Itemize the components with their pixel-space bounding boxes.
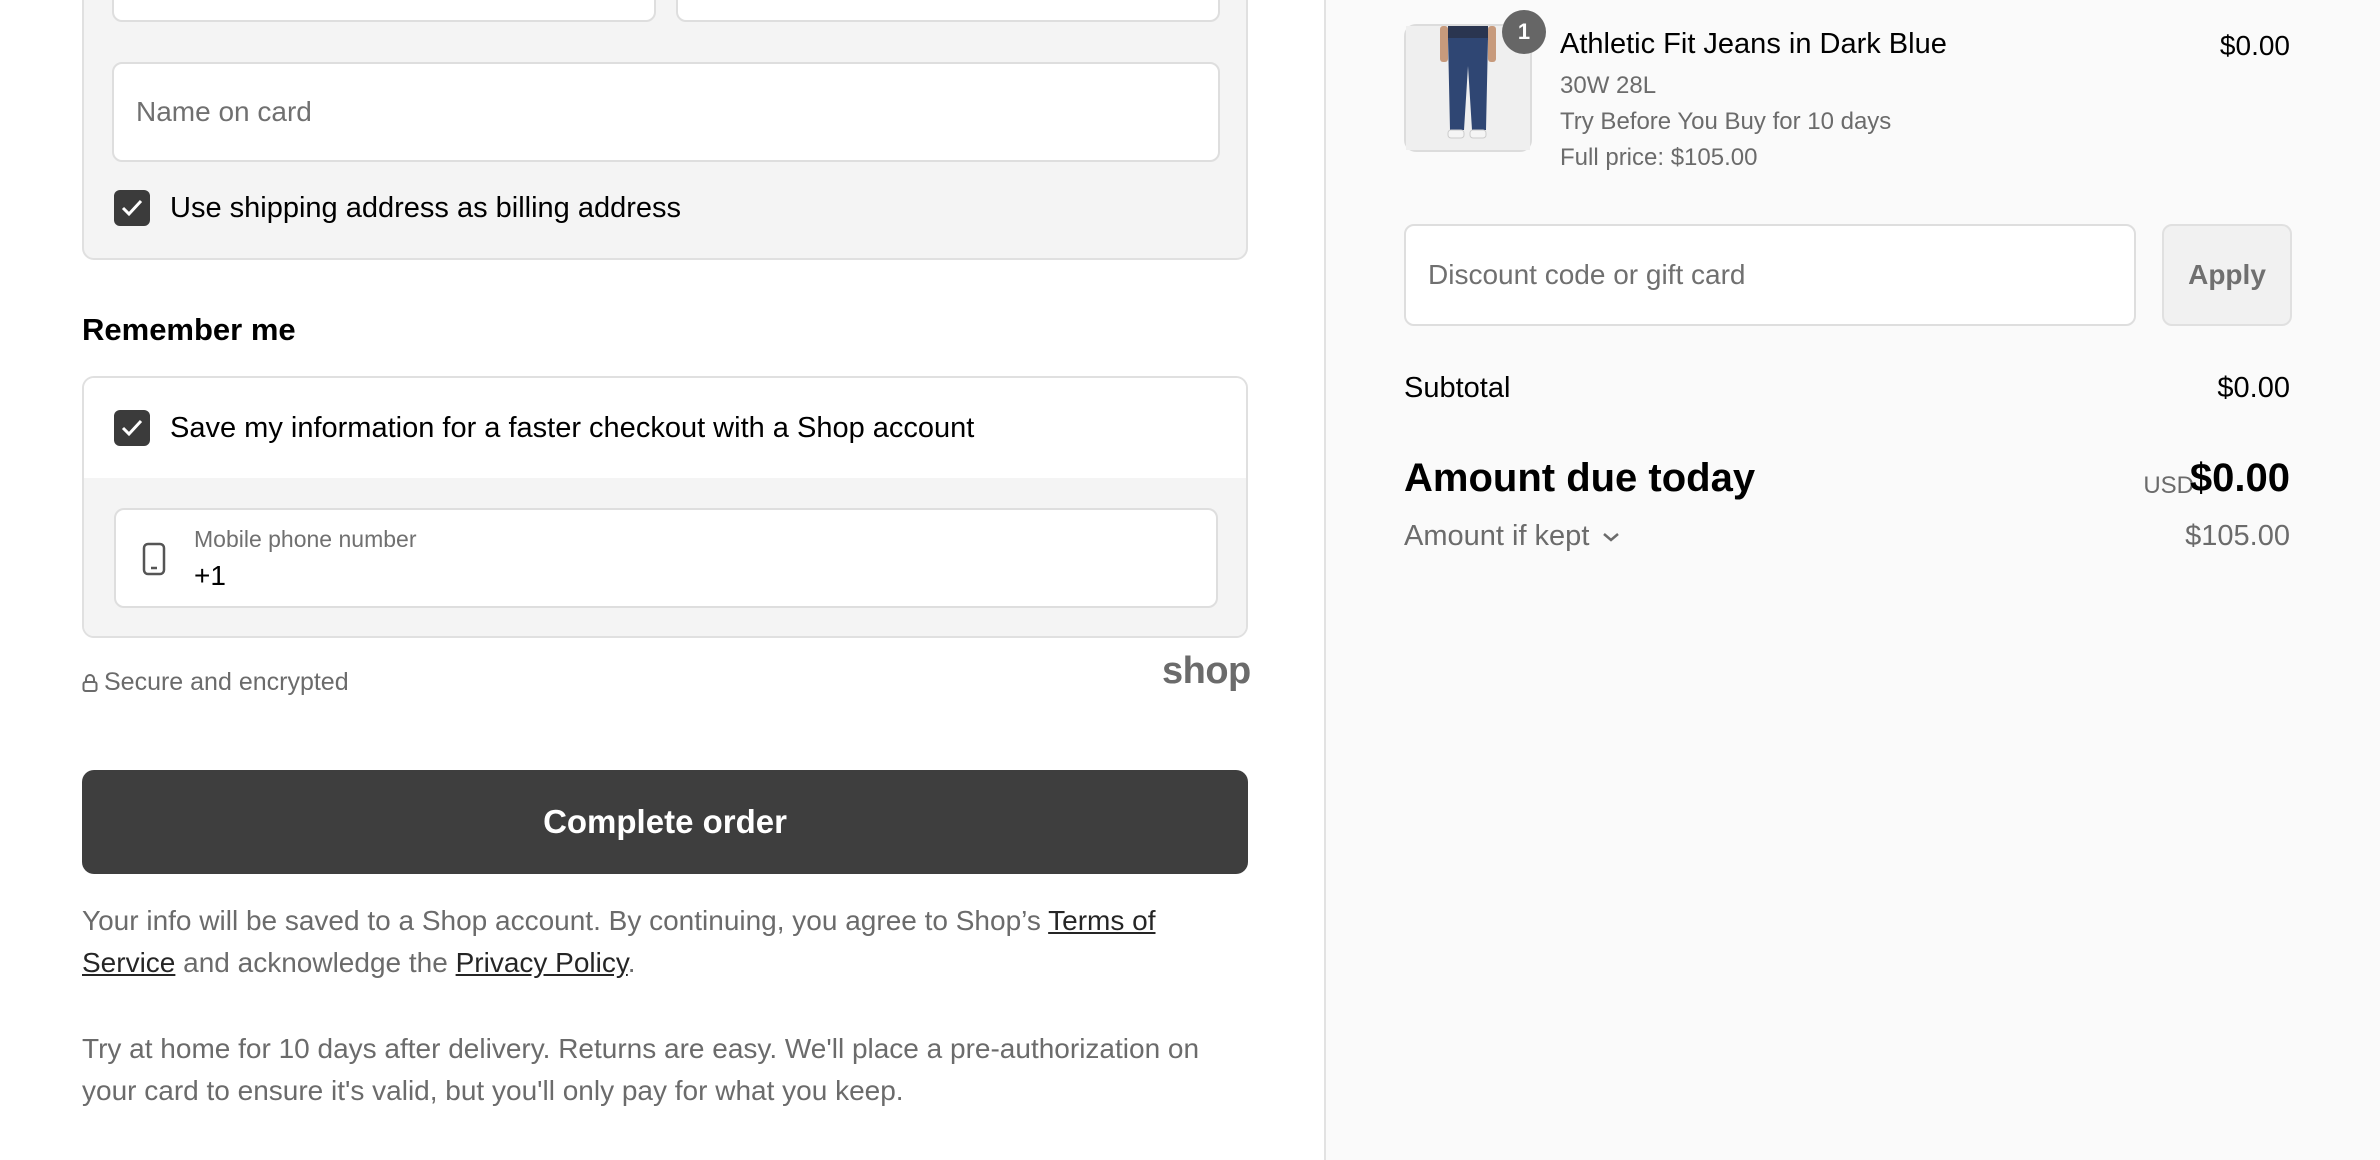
- try-at-home-note: Try at home for 10 days after delivery. …: [82, 1033, 1200, 1106]
- quantity-badge: 1: [1502, 10, 1546, 54]
- subtotal-label: Subtotal: [1404, 372, 1511, 404]
- remember-me-heading: Remember me: [82, 312, 296, 347]
- amount-due-value: $0.00: [2189, 456, 2290, 500]
- privacy-policy-link[interactable]: Privacy Policy: [456, 947, 628, 978]
- mobile-phone-icon: [142, 542, 166, 576]
- check-icon: [121, 199, 143, 217]
- product-full-price: Full price: $105.00: [1560, 144, 1758, 171]
- legal-prefix: Your info will be saved to a Shop accoun…: [82, 905, 1049, 936]
- legal-suffix: .: [627, 947, 636, 978]
- mobile-phone-label: Mobile phone number: [194, 526, 417, 552]
- billing-address-section: Name on card Use shipping address as bil…: [82, 0, 1248, 260]
- apply-discount-button[interactable]: Apply: [2162, 224, 2292, 326]
- mobile-phone-field[interactable]: Mobile phone number +1: [114, 508, 1218, 608]
- lock-icon: [82, 673, 98, 692]
- use-shipping-checkbox[interactable]: [114, 190, 150, 226]
- subtotal-value: $0.00: [2217, 372, 2290, 404]
- legal-middle: and acknowledge the: [175, 947, 456, 978]
- use-shipping-label: Use shipping address as billing address: [170, 192, 682, 224]
- save-info-row: Save my information for a faster checkou…: [84, 378, 1246, 480]
- product-trial: Try Before You Buy for 10 days: [1560, 108, 1892, 135]
- product-price: $0.00: [2219, 30, 2290, 61]
- product-variant: 30W 28L: [1560, 72, 1657, 99]
- amount-due-label: Amount due today: [1404, 456, 1756, 500]
- name-on-card-field[interactable]: Name on card: [112, 62, 1220, 162]
- phone-row: Mobile phone number +1: [84, 478, 1246, 636]
- amount-if-kept-label: Amount if kept: [1404, 520, 1590, 552]
- amount-if-kept-value: $105.00: [2185, 520, 2290, 552]
- order-summary: 1 Athletic Fit Jeans in Dark Blue 30W 28…: [1324, 0, 2380, 1160]
- currency-code: USD: [2143, 472, 2194, 499]
- address-field-partial-right[interactable]: [676, 0, 1220, 22]
- check-icon: [121, 419, 143, 437]
- checkout-form: Name on card Use shipping address as bil…: [0, 0, 1324, 1160]
- address-field-partial-left[interactable]: [112, 0, 656, 22]
- remember-me-section: Save my information for a faster checkou…: [82, 376, 1248, 638]
- product-title: Athletic Fit Jeans in Dark Blue: [1560, 28, 1947, 60]
- chevron-down-icon: [1603, 532, 1620, 542]
- save-info-checkbox[interactable]: [114, 410, 150, 446]
- discount-code-field[interactable]: Discount code or gift card: [1404, 224, 2136, 326]
- save-info-label: Save my information for a faster checkou…: [170, 412, 975, 444]
- legal-notice: Your info will be saved to a Shop accoun…: [82, 900, 1248, 984]
- discount-code-placeholder: Discount code or gift card: [1428, 259, 1746, 290]
- secure-encrypted-note: Secure and encrypted: [82, 668, 349, 697]
- shop-logo: shop: [1162, 650, 1251, 692]
- secure-text: Secure and encrypted: [104, 668, 349, 696]
- complete-order-button[interactable]: Complete order: [82, 770, 1248, 874]
- mobile-phone-value: +1: [194, 560, 226, 591]
- amount-if-kept-toggle[interactable]: Amount if kept: [1404, 520, 1621, 553]
- name-on-card-placeholder: Name on card: [136, 96, 312, 127]
